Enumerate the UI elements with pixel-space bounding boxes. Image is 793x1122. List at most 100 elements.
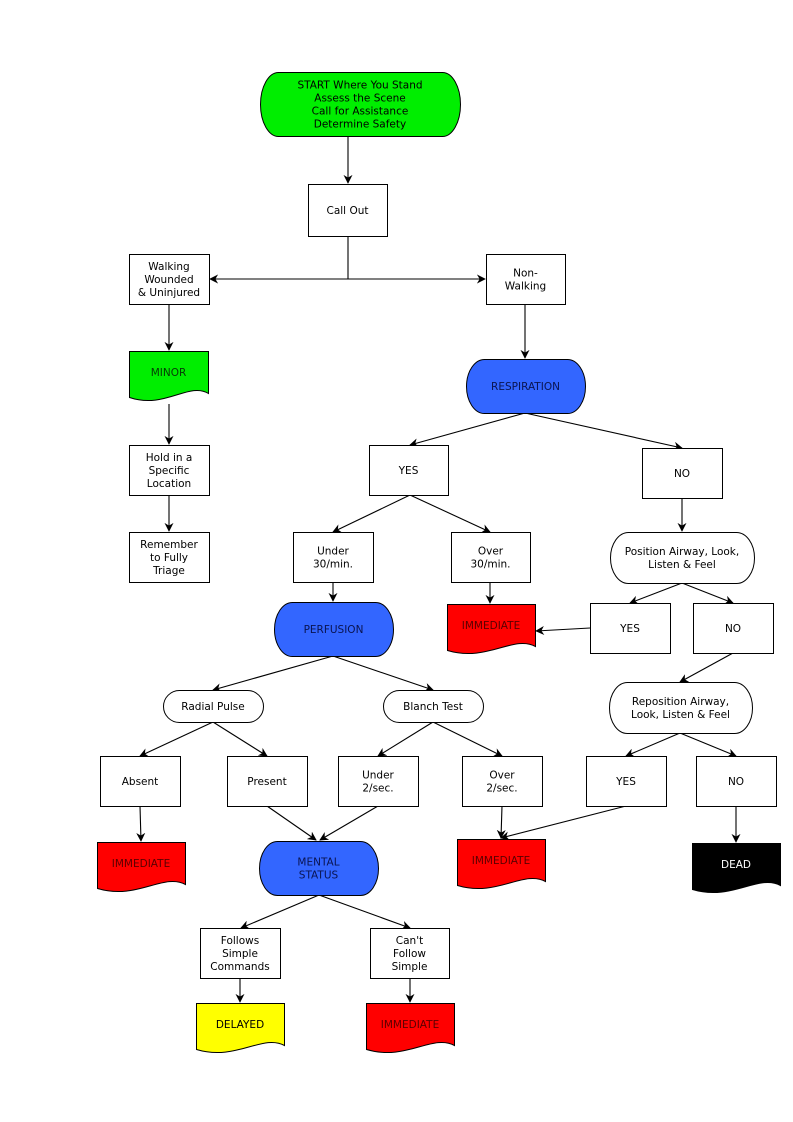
node-label: Absent	[122, 776, 159, 788]
node-label: Non-	[513, 268, 538, 280]
node-label: 30/min.	[313, 559, 353, 571]
node-label: Simple	[392, 961, 428, 973]
node-label: Call for Assistance	[312, 106, 409, 118]
node-label: Determine Safety	[314, 119, 406, 131]
connector-arrow	[496, 805, 506, 839]
connector-arrow	[432, 721, 503, 757]
node-respiration: RESPIRATION	[466, 359, 586, 414]
node-delayed: DELAYED	[196, 1003, 285, 1054]
node-label: Listen & Feel	[648, 559, 716, 571]
node-remember: Rememberto FullyTriage	[129, 532, 210, 583]
node-under2: Under2/sec.	[338, 756, 419, 807]
node-label: NO	[674, 468, 690, 480]
node-label: Can't	[396, 935, 423, 947]
node-position-airway: Position Airway, Look,Listen & Feel	[610, 532, 755, 584]
node-rep-no: NO	[696, 756, 777, 807]
node-label: Blanch Test	[403, 701, 463, 713]
connector-arrow	[266, 805, 317, 841]
node-over2: Over2/sec.	[462, 756, 543, 807]
node-label: Commands	[210, 961, 269, 973]
connector-arrow	[409, 494, 491, 533]
node-label: DELAYED	[216, 1019, 264, 1031]
node-label: Follows	[221, 935, 259, 947]
node-follows: FollowsSimpleCommands	[200, 928, 281, 979]
connector-arrow	[332, 655, 434, 692]
node-pos-yes: YES	[590, 603, 671, 654]
node-label: Follow	[393, 948, 426, 960]
node-label: IMMEDIATE	[472, 855, 530, 867]
node-label: MINOR	[151, 367, 187, 379]
process-box	[293, 532, 374, 583]
node-label: YES	[398, 465, 419, 477]
node-label: Walking	[148, 261, 189, 273]
node-minor: MINOR	[129, 351, 209, 402]
node-label: Specific	[149, 465, 190, 477]
node-label: Hold in a	[146, 452, 193, 464]
process-box	[486, 254, 566, 305]
connector-arrow	[332, 494, 411, 533]
node-label: Look, Listen & Feel	[631, 709, 730, 721]
node-label: Wounded	[144, 274, 193, 286]
node-resp-no: NO	[642, 448, 723, 499]
node-label: Simple	[222, 948, 258, 960]
node-absent: Absent	[100, 756, 181, 807]
node-start: START Where You StandAssess the SceneCal…	[260, 72, 461, 137]
connector-arrow	[409, 412, 526, 448]
connector-arrow	[681, 582, 734, 605]
node-imm4: IMMEDIATE	[366, 1003, 455, 1054]
node-resp-yes: YES	[369, 445, 449, 496]
connector-arrow	[524, 412, 683, 451]
node-label: START Where You Stand	[297, 80, 422, 92]
connector-arrow	[318, 894, 411, 930]
node-label: STATUS	[299, 870, 339, 882]
node-rep-yes: YES	[586, 756, 667, 807]
process-box	[451, 532, 531, 583]
node-non-walking: Non-Walking	[486, 254, 566, 305]
connector-arrow	[212, 721, 268, 757]
connector-arrow	[535, 626, 591, 636]
node-label: Reposition Airway,	[632, 696, 729, 708]
node-over30: Over30/min.	[451, 532, 531, 583]
node-perfusion: PERFUSION	[274, 602, 394, 657]
connector-arrow	[240, 894, 320, 929]
triage-flowchart: START Where You StandAssess the SceneCal…	[97, 72, 781, 1054]
node-label: Triage	[152, 565, 185, 577]
node-label: Remember	[140, 539, 198, 551]
node-call-out: Call Out	[308, 184, 388, 237]
node-blanch-test: Blanch Test	[383, 690, 484, 723]
node-label: Over	[478, 546, 504, 558]
connector-arrow	[679, 652, 734, 683]
node-imm3: IMMEDIATE	[457, 839, 546, 890]
process-box	[338, 756, 419, 807]
node-imm1: IMMEDIATE	[447, 604, 536, 655]
terminator-shape	[610, 532, 755, 584]
node-label: RESPIRATION	[491, 381, 560, 393]
connector-arrow	[136, 805, 146, 842]
node-label: MENTAL	[297, 857, 339, 869]
connector-arrow	[139, 721, 214, 757]
connector-arrow	[500, 805, 627, 841]
node-label: DEAD	[721, 859, 751, 871]
node-mental-status: MENTALSTATUS	[259, 841, 379, 896]
node-label: IMMEDIATE	[381, 1019, 439, 1031]
node-label: YES	[619, 623, 640, 635]
node-label: to Fully	[150, 552, 188, 564]
node-label: PERFUSION	[304, 624, 364, 636]
process-box	[462, 756, 543, 807]
connector-arrow	[212, 655, 334, 693]
node-label: Assess the Scene	[314, 93, 405, 105]
node-hold: Hold in aSpecificLocation	[129, 445, 210, 496]
node-label: Under	[317, 546, 349, 558]
node-label: Present	[247, 776, 286, 788]
node-label: Under	[362, 770, 394, 782]
node-label: NO	[725, 623, 741, 635]
node-label: Location	[147, 478, 191, 490]
node-label: Radial Pulse	[181, 701, 244, 713]
connector-arrow	[629, 582, 683, 605]
node-reposition-airway: Reposition Airway,Look, Listen & Feel	[609, 682, 753, 734]
terminator-shape	[609, 682, 753, 734]
node-label: 2/sec.	[486, 783, 517, 795]
node-label: Walking	[505, 281, 546, 293]
terminator-shape	[259, 841, 379, 896]
node-label: 30/min.	[470, 559, 510, 571]
